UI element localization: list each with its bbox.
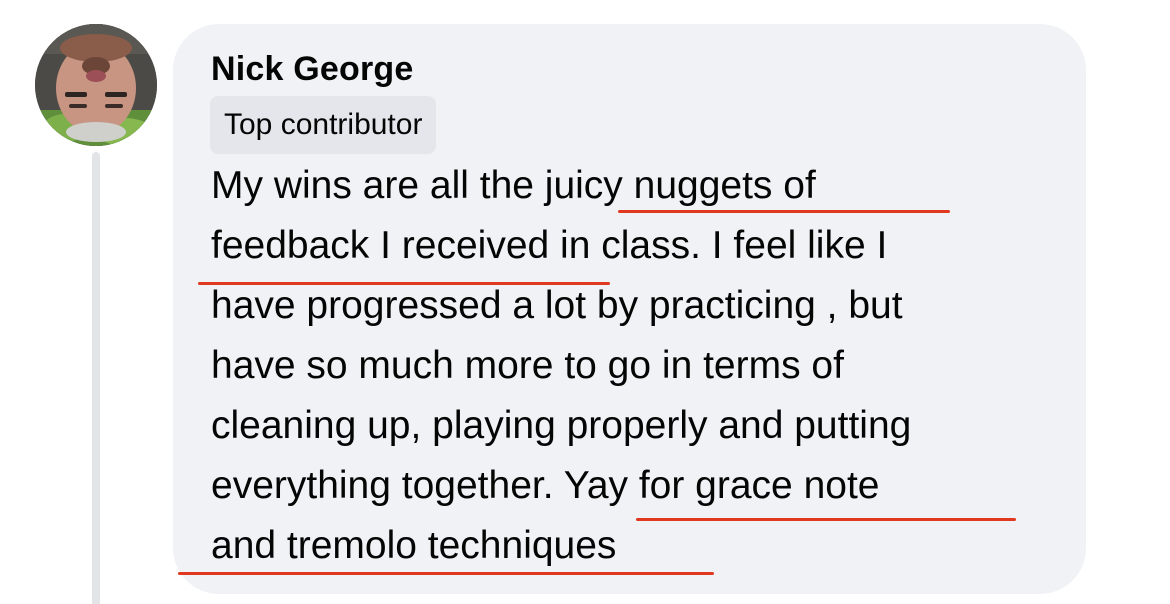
comment-author-name[interactable]: Nick George — [211, 50, 414, 89]
comment-text-line: have progressed a lot by practicing , bu… — [211, 284, 903, 327]
annotation-underline — [198, 282, 610, 285]
annotation-underline — [618, 210, 950, 213]
comment-text-line: feedback I received in class. I feel lik… — [211, 224, 888, 267]
annotation-underline — [178, 572, 714, 575]
profile-photo-icon — [35, 24, 157, 146]
thread-connector-line — [92, 152, 100, 604]
annotation-underline — [636, 518, 1016, 521]
comment-text-line: My wins are all the juicy nuggets of — [211, 164, 816, 207]
avatar[interactable] — [35, 24, 157, 146]
comment-thread: Nick George Top contributor My wins are … — [0, 0, 1170, 604]
top-contributor-badge: Top contributor — [210, 96, 437, 154]
comment-text-line: cleaning up, playing properly and puttin… — [211, 404, 912, 447]
comment-text-line: have so much more to go in terms of — [211, 344, 844, 387]
comment-text-line: and tremolo techniques — [211, 524, 617, 567]
comment-text-line: everything together. Yay for grace note — [211, 464, 880, 507]
